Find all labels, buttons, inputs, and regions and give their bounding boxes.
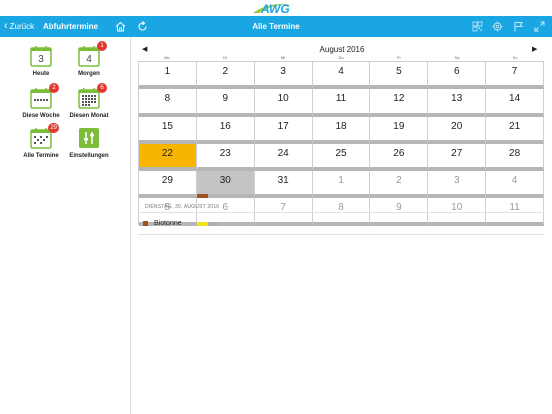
calendar-day[interactable]: 17 [254, 116, 313, 144]
weekday-label: Do [338, 55, 344, 60]
calendar-day[interactable]: 3 [254, 62, 313, 90]
list-item-biotonne[interactable]: Biotonne › [138, 214, 544, 234]
divider [138, 212, 544, 213]
calendar-day[interactable]: 19 [370, 116, 429, 144]
day-number: 30 [219, 175, 231, 187]
sidebar: 3 Heute 4 1 Morgen 2 Diese Woche 6 Diese… [0, 37, 131, 414]
calendar-day[interactable]: 9 [196, 89, 255, 117]
calendar-day[interactable]: 21 [486, 116, 545, 144]
tile-label: Alle Termine [23, 153, 59, 159]
calendar-week: 15 16 17 18 19 20 21 [139, 116, 545, 144]
flag-icon[interactable] [512, 20, 525, 33]
calendar-day[interactable]: 3 [428, 171, 487, 199]
calendar-day[interactable]: 13 [428, 89, 487, 117]
calendar-day[interactable]: 11 [312, 89, 371, 117]
calendar-day[interactable]: 8 [139, 89, 197, 117]
divider [138, 234, 544, 235]
weekday-label: Fr [397, 55, 401, 60]
back-button[interactable]: ‹ Zurück [4, 20, 34, 33]
count-badge: 1 [97, 41, 107, 51]
awg-logo: AWG [253, 2, 295, 15]
weekday-label: So [512, 55, 518, 60]
calendar-day[interactable]: 2 [196, 62, 255, 90]
calendar-day[interactable]: 4 [312, 62, 371, 90]
calendar-day[interactable]: 16 [196, 116, 255, 144]
calendar-day[interactable]: 15 [139, 116, 197, 144]
settings-icon[interactable] [491, 20, 504, 33]
waste-color-marker [143, 221, 148, 226]
svg-text:4: 4 [86, 54, 92, 65]
tile-label: Einstellungen [69, 153, 109, 159]
weekday-label: Mo [164, 55, 170, 60]
count-badge: 6 [97, 83, 107, 93]
header-bar: ‹ Zurück Abfuhrtermine Alle Termine [0, 16, 552, 37]
list-item-label: Biotonne [154, 220, 182, 227]
calendar-day[interactable]: 6 [428, 62, 487, 90]
tile-label: Diesen Monat [69, 113, 109, 119]
list-date-heading: DIENSTAG, 30. AUGUST 2016 [145, 204, 220, 210]
calendar-day[interactable]: 2 [370, 171, 429, 199]
calendar-day-today[interactable]: 22 [139, 143, 197, 172]
calendar-day[interactable]: 1 [312, 171, 371, 199]
tile-label: Heute [32, 71, 50, 77]
weekday-label: Sa [454, 55, 460, 60]
calendar-day[interactable]: 12 [370, 89, 429, 117]
tile-einstellungen[interactable]: Einstellungen [63, 127, 115, 159]
sliders-icon [79, 128, 99, 148]
calendar-day[interactable]: 27 [428, 143, 487, 172]
refresh-icon[interactable] [136, 20, 149, 33]
count-badge: 29 [48, 123, 59, 133]
calendar-day[interactable]: 24 [254, 143, 313, 172]
calendar-grid: 1 2 3 4 5 6 7 8 9 10 11 12 13 14 15 16 1… [138, 61, 545, 226]
calendar-day[interactable]: 10 [254, 89, 313, 117]
calendar-day[interactable]: 28 [486, 143, 545, 172]
tile-morgen[interactable]: 4 1 Morgen [63, 41, 115, 77]
calendar-week: 22 23 24 25 26 27 28 [139, 143, 545, 172]
tile-label: Diese Woche [22, 113, 60, 119]
calendar-day[interactable]: 25 [312, 143, 371, 172]
weekday-label: Di [223, 55, 227, 60]
month-navigation: ◀ August 2016 ▶ [132, 45, 552, 55]
month-title: August 2016 [319, 45, 365, 54]
next-month-icon[interactable]: ▶ [532, 45, 537, 53]
expand-icon[interactable] [533, 20, 546, 33]
calendar-day[interactable]: 31 [254, 171, 313, 199]
count-badge: 2 [49, 83, 59, 93]
tile-diesen-monat[interactable]: 6 Diesen Monat [63, 83, 115, 119]
tile-label: Morgen [78, 71, 100, 77]
weekday-header: Mo Di Mi Do Fr Sa So [138, 55, 544, 60]
chevron-left-icon: ‹ [4, 20, 8, 32]
calendar-week: 8 9 10 11 12 13 14 [139, 89, 545, 117]
calendar-day-icon: 3 [30, 46, 52, 67]
tile-heute[interactable]: 3 Heute [15, 45, 67, 77]
calendar-day[interactable]: 5 [370, 62, 429, 90]
tile-diese-woche[interactable]: 2 Diese Woche [15, 83, 67, 119]
calendar-day-selected[interactable]: 30 [196, 171, 255, 199]
logo-bar: AWG [0, 0, 552, 16]
qr-code-icon[interactable] [471, 20, 484, 33]
calendar-day[interactable]: 20 [428, 116, 487, 144]
calendar-day[interactable]: 1 [139, 62, 197, 90]
svg-text:3: 3 [38, 54, 44, 65]
svg-text:AWG: AWG [260, 2, 290, 15]
calendar-day[interactable]: 18 [312, 116, 371, 144]
home-icon[interactable] [114, 20, 127, 33]
calendar-day[interactable]: 29 [139, 171, 197, 199]
chevron-right-icon: › [537, 219, 540, 228]
calendar-day[interactable]: 7 [486, 62, 545, 90]
tile-alle-termine[interactable]: 29 Alle Termine [15, 123, 67, 159]
weekday-label: Mi [280, 55, 286, 60]
calendar-week: 1 2 3 4 5 6 7 [139, 62, 545, 90]
calendar-day[interactable]: 4 [486, 171, 545, 199]
calendar-day[interactable]: 14 [486, 89, 545, 117]
calendar-day[interactable]: 23 [196, 143, 255, 172]
left-pane-title: Abfuhrtermine [43, 22, 99, 31]
back-label: Zurück [9, 22, 35, 31]
calendar-day[interactable]: 26 [370, 143, 429, 172]
main-pane: ◀ August 2016 ▶ Mo Di Mi Do Fr Sa So 1 2… [132, 37, 552, 414]
calendar-week: 29 30 31 1 2 3 4 [139, 171, 545, 199]
